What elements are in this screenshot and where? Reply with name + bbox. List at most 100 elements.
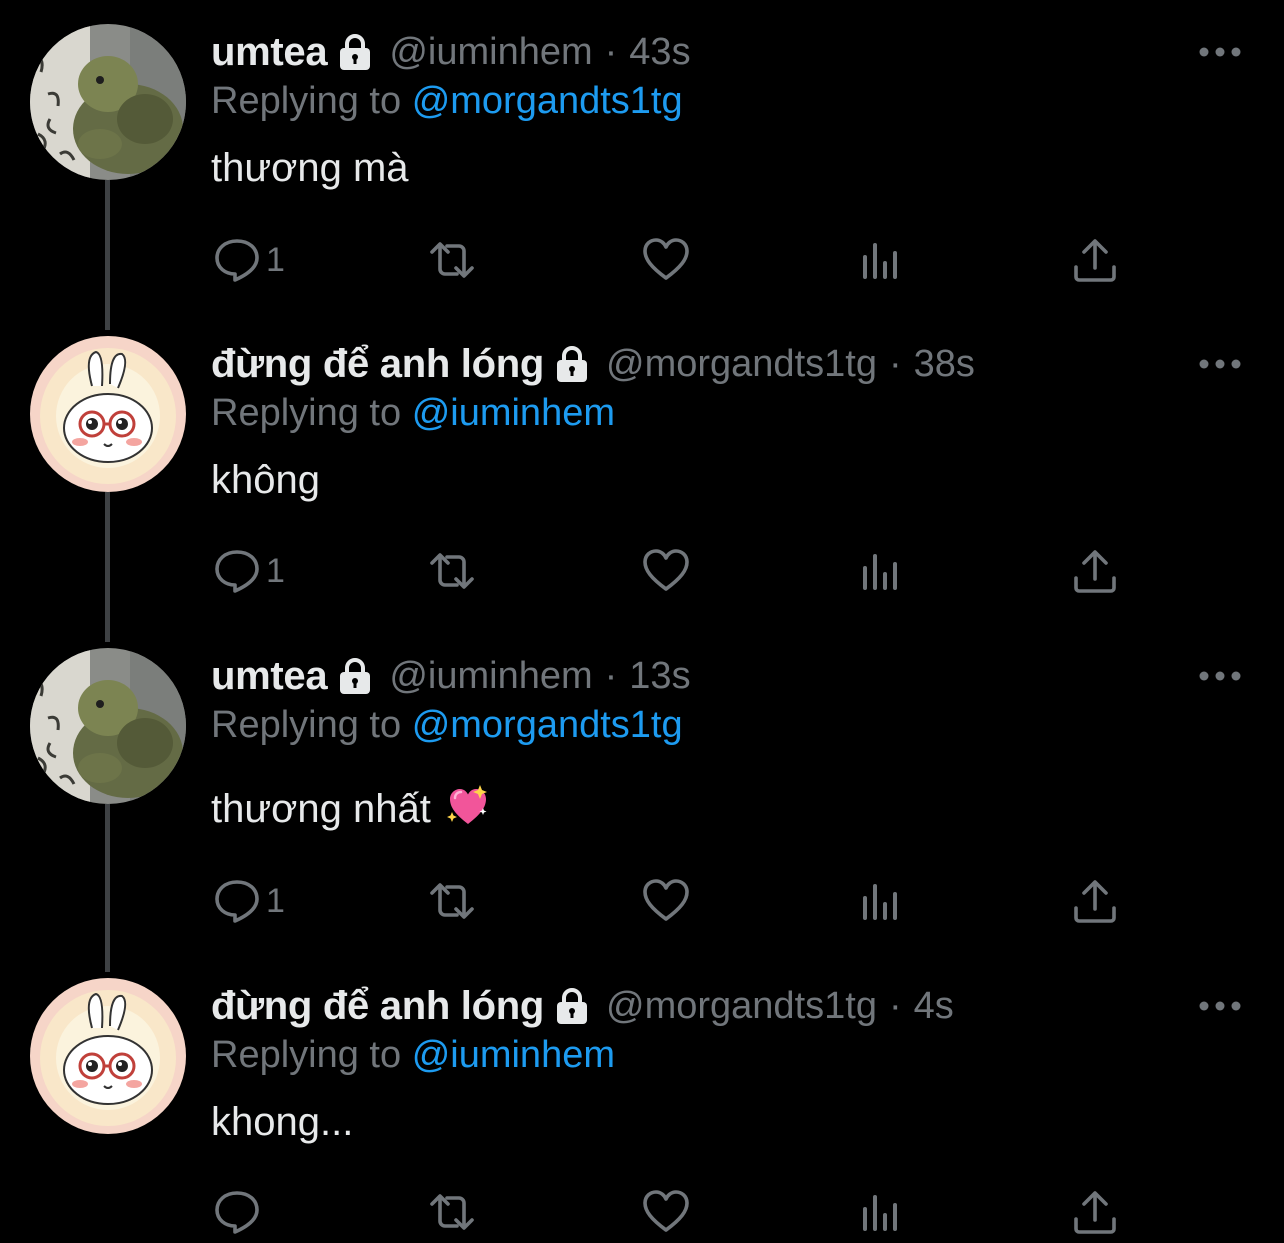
views-button[interactable] [856, 873, 906, 929]
retweet-button[interactable] [427, 1184, 477, 1240]
bunny-glasses-avatar-image [30, 978, 186, 1134]
tweet[interactable]: umtea @iuminhem · 13s Replying to @morga… [0, 650, 1284, 950]
share-icon [1070, 235, 1120, 285]
views-button[interactable] [856, 1184, 906, 1240]
replying-to-line: Replying to @iuminhem [211, 1034, 615, 1077]
avatar[interactable] [30, 978, 186, 1134]
tweet-text: không [211, 458, 320, 503]
share-icon [1070, 546, 1120, 596]
replying-to-handle[interactable]: @iuminhem [412, 1034, 615, 1076]
lock-icon [335, 32, 375, 72]
share-icon [1070, 1187, 1120, 1237]
retweet-icon [427, 235, 477, 285]
user-handle[interactable]: @morgandts1tg [606, 985, 877, 1028]
like-button[interactable] [641, 1184, 691, 1240]
views-icon [856, 546, 906, 596]
timestamp[interactable]: 13s [629, 655, 690, 698]
reply-count: 1 [266, 551, 285, 590]
lock-icon [552, 344, 592, 384]
tweet-text: thương nhất [211, 784, 490, 832]
separator-dot: · [604, 30, 618, 73]
more-icon[interactable] [1196, 38, 1244, 66]
tweet[interactable]: đừng để anh lóng @morgandts1tg · 38s Rep… [0, 338, 1284, 628]
tweet-header: umtea @iuminhem · 43s [211, 26, 691, 78]
lock-icon [552, 986, 592, 1026]
more-icon[interactable] [1196, 350, 1244, 378]
like-button[interactable] [641, 873, 691, 929]
reply-icon [212, 876, 262, 926]
tweet[interactable]: umtea @iuminhem · 43s Replying to @morga… [0, 26, 1284, 316]
share-button[interactable] [1070, 873, 1120, 929]
tweet-text-content: thương mà [211, 146, 409, 190]
timestamp[interactable]: 43s [629, 31, 690, 74]
retweet-button[interactable] [427, 543, 477, 599]
replying-to-line: Replying to @morgandts1tg [211, 704, 683, 747]
views-icon [856, 235, 906, 285]
avatar[interactable] [30, 336, 186, 492]
lock-icon [335, 656, 375, 696]
reply-count: 1 [266, 240, 285, 279]
reply-icon [212, 546, 262, 596]
tweet-actions: 1 [0, 873, 1284, 929]
replying-to-label: Replying to [211, 1034, 402, 1076]
turtle-plush-avatar-image [30, 648, 186, 804]
share-button[interactable] [1070, 543, 1120, 599]
separator-dot: · [604, 654, 618, 697]
reply-button[interactable] [212, 1184, 266, 1240]
reply-button[interactable]: 1 [212, 543, 285, 599]
reply-icon [212, 1187, 262, 1237]
replying-to-line: Replying to @iuminhem [211, 392, 615, 435]
bunny-glasses-avatar-image [30, 336, 186, 492]
display-name[interactable]: umtea [211, 30, 328, 75]
separator-dot: · [888, 984, 902, 1027]
tweet-text-content: khong... [211, 1100, 354, 1144]
heart-icon [641, 235, 691, 285]
timestamp[interactable]: 4s [914, 985, 954, 1028]
replying-to-handle[interactable]: @morgandts1tg [412, 80, 683, 122]
share-button[interactable] [1070, 1184, 1120, 1240]
reply-count: 1 [266, 881, 285, 920]
user-handle[interactable]: @morgandts1tg [606, 343, 877, 386]
tweet[interactable]: đừng để anh lóng @morgandts1tg · 4s Repl… [0, 980, 1284, 1243]
retweet-icon [427, 1187, 477, 1237]
avatar[interactable] [30, 24, 186, 180]
share-button[interactable] [1070, 232, 1120, 288]
tweet-text: thương mà [211, 146, 409, 191]
turtle-plush-avatar-image [30, 24, 186, 180]
replying-to-label: Replying to [211, 704, 402, 746]
replying-to-label: Replying to [211, 80, 402, 122]
tweet-header: umtea @iuminhem · 13s [211, 650, 691, 702]
retweet-button[interactable] [427, 232, 477, 288]
views-button[interactable] [856, 232, 906, 288]
tweet-actions: 1 [0, 543, 1284, 599]
display-name[interactable]: đừng để anh lóng [211, 342, 544, 387]
user-handle[interactable]: @iuminhem [389, 31, 592, 74]
replying-to-handle[interactable]: @iuminhem [412, 392, 615, 434]
like-button[interactable] [641, 543, 691, 599]
reply-button[interactable]: 1 [212, 873, 285, 929]
heart-icon [641, 546, 691, 596]
sparkling-heart-emoji [446, 784, 490, 828]
replying-to-line: Replying to @morgandts1tg [211, 80, 683, 123]
tweet-header: đừng để anh lóng @morgandts1tg · 38s [211, 338, 975, 390]
replying-to-label: Replying to [211, 392, 402, 434]
views-icon [856, 1187, 906, 1237]
timestamp[interactable]: 38s [914, 343, 975, 386]
more-icon[interactable] [1196, 992, 1244, 1020]
user-handle[interactable]: @iuminhem [389, 655, 592, 698]
views-button[interactable] [856, 543, 906, 599]
more-icon[interactable] [1196, 662, 1244, 690]
tweet-text: khong... [211, 1100, 353, 1145]
retweet-button[interactable] [427, 873, 477, 929]
reply-button[interactable]: 1 [212, 232, 285, 288]
share-icon [1070, 876, 1120, 926]
like-button[interactable] [641, 232, 691, 288]
display-name[interactable]: umtea [211, 654, 328, 699]
tweet-actions: 1 [0, 232, 1284, 288]
reply-icon [212, 235, 262, 285]
heart-icon [641, 876, 691, 926]
avatar[interactable] [30, 648, 186, 804]
display-name[interactable]: đừng để anh lóng [211, 984, 544, 1029]
retweet-icon [427, 876, 477, 926]
replying-to-handle[interactable]: @morgandts1tg [412, 704, 683, 746]
